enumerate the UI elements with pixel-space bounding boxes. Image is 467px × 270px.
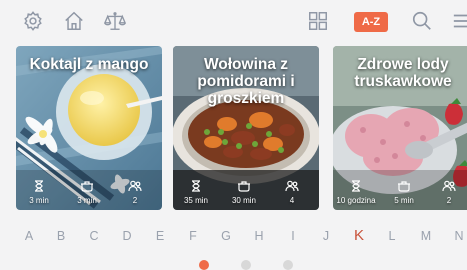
- az-sort-icon[interactable]: A-Z: [354, 12, 388, 32]
- prep-time: 10 godzina: [333, 180, 382, 206]
- letter-g[interactable]: G: [216, 224, 236, 248]
- page-dot[interactable]: [199, 260, 209, 270]
- recipe-title: Zdrowe lody truskawkowe: [354, 56, 452, 90]
- recipe-carousel: Koktajl z mango 3 min 3 min 2 Wołowina z…: [0, 46, 467, 214]
- letter-h[interactable]: H: [249, 224, 269, 248]
- search-icon[interactable]: [411, 10, 433, 32]
- recipe-stats: 3 min 3 min 2: [16, 176, 162, 206]
- letter-c[interactable]: C: [84, 224, 104, 248]
- pot-icon: [397, 180, 411, 192]
- cook-time: 3 min: [61, 180, 113, 206]
- alphabet-index: A B C D E F G H I J K L M N: [0, 224, 467, 248]
- pot-icon: [80, 180, 94, 192]
- letter-n[interactable]: N: [449, 224, 467, 248]
- gear-icon[interactable]: [22, 10, 44, 32]
- page-dot[interactable]: [283, 260, 293, 270]
- letter-l[interactable]: L: [382, 224, 402, 248]
- hourglass-icon: [189, 180, 203, 192]
- pot-icon: [237, 180, 251, 192]
- menu-icon[interactable]: [452, 10, 467, 32]
- grid-view-icon[interactable]: [307, 10, 329, 32]
- prep-time: 3 min: [16, 180, 65, 206]
- recipe-title: Wołowina z pomidorami i groszkiem: [197, 56, 295, 107]
- people-icon: [442, 180, 456, 192]
- servings: 4: [266, 180, 318, 206]
- page-dot[interactable]: [241, 260, 251, 270]
- recipe-card[interactable]: Koktajl z mango 3 min 3 min 2: [16, 46, 162, 210]
- letter-i[interactable]: I: [283, 224, 303, 248]
- scales-icon[interactable]: [104, 10, 126, 32]
- prep-time: 35 min: [173, 180, 222, 206]
- recipe-title: Koktajl z mango: [29, 56, 149, 73]
- recipe-stats: 35 min 30 min 4: [173, 176, 319, 206]
- letter-m[interactable]: M: [416, 224, 436, 248]
- people-icon: [128, 180, 142, 192]
- servings: 2: [423, 180, 467, 206]
- letter-a[interactable]: A: [19, 224, 39, 248]
- letter-f[interactable]: F: [183, 224, 203, 248]
- people-icon: [285, 180, 299, 192]
- letter-e[interactable]: E: [150, 224, 170, 248]
- hourglass-icon: [32, 180, 46, 192]
- hourglass-icon: [349, 180, 363, 192]
- recipe-stats: 10 godzina 5 min 2: [333, 176, 467, 206]
- home-icon[interactable]: [63, 10, 85, 32]
- recipe-card[interactable]: Zdrowe lody truskawkowe 10 godzina 5 min…: [333, 46, 467, 210]
- letter-k-selected[interactable]: K: [349, 224, 369, 248]
- recipe-card[interactable]: Wołowina z pomidorami i groszkiem 35 min…: [173, 46, 319, 210]
- letter-b[interactable]: B: [51, 224, 71, 248]
- letter-d[interactable]: D: [117, 224, 137, 248]
- pagination-dots: [0, 258, 467, 270]
- servings: 2: [109, 180, 161, 206]
- top-toolbar: A-Z: [0, 0, 467, 44]
- cook-time: 30 min: [218, 180, 270, 206]
- letter-j[interactable]: J: [316, 224, 336, 248]
